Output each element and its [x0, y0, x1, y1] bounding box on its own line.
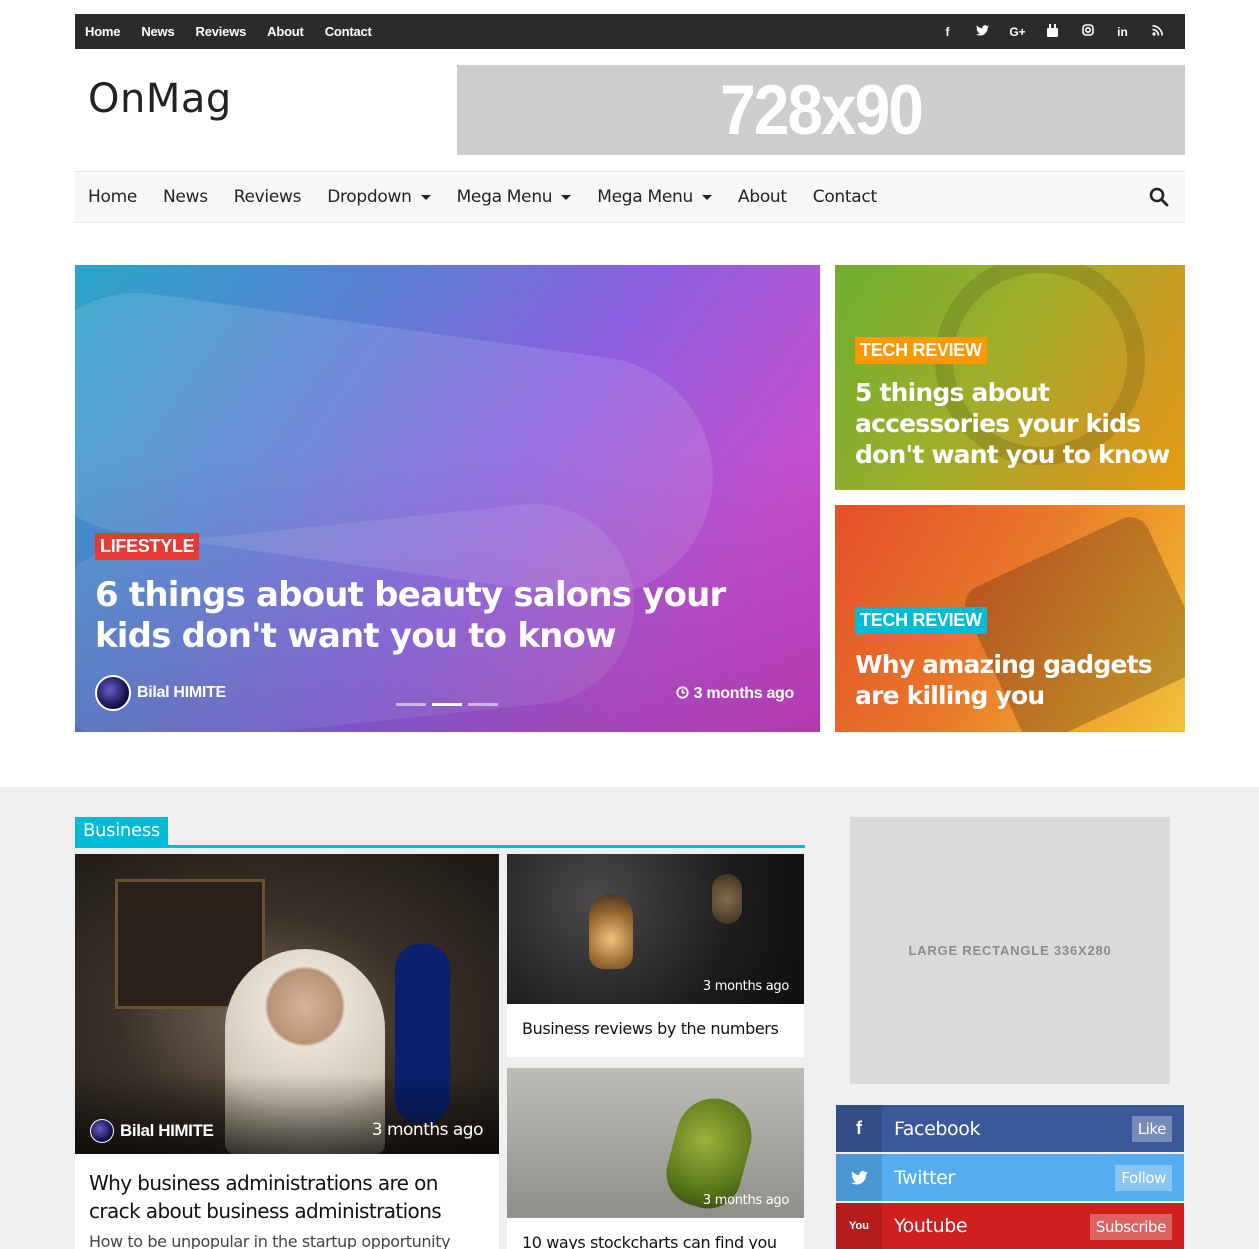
- time-label: 3 months ago: [693, 685, 795, 702]
- linkedin-icon[interactable]: in: [1105, 25, 1140, 39]
- avatar: [95, 675, 131, 711]
- nav-item-dropdown[interactable]: Dropdown: [327, 187, 431, 207]
- ad-label: LARGE RECTANGLE 336X280: [908, 943, 1112, 958]
- social-name: Twitter: [894, 1166, 955, 1189]
- twitter-button[interactable]: Twitter Follow: [836, 1154, 1184, 1201]
- main-nav: Home News Reviews Dropdown Mega Menu Meg…: [75, 171, 1185, 223]
- like-button[interactable]: Like: [1131, 1116, 1172, 1142]
- nav-item-mega-menu-2[interactable]: Mega Menu: [597, 187, 712, 207]
- follow-button[interactable]: Follow: [1115, 1165, 1172, 1191]
- hero-slider[interactable]: LIFESTYLE 6 things about beauty salons y…: [75, 265, 820, 732]
- top-bar: Home News Reviews About Contact f G+ in: [75, 14, 1185, 49]
- hero-title[interactable]: 6 things about beauty salons your kids d…: [95, 575, 795, 657]
- post-title[interactable]: Why amazing gadgets are killing you: [855, 649, 1175, 711]
- category-badge[interactable]: TECH REVIEW: [855, 607, 987, 634]
- nav-item-label: Contact: [812, 187, 877, 207]
- post-title[interactable]: 10 ways stockcharts can find you: [522, 1233, 797, 1249]
- nav-item-label: Mega Menu: [597, 187, 693, 207]
- twitter-icon[interactable]: [965, 24, 1000, 39]
- rss-icon[interactable]: [1140, 24, 1175, 39]
- category-badge[interactable]: TECH REVIEW: [855, 337, 987, 364]
- facebook-icon: f: [836, 1105, 882, 1152]
- search-icon[interactable]: [1149, 187, 1169, 207]
- youtube-icon: You: [836, 1203, 882, 1249]
- clock-icon: [676, 686, 690, 699]
- slider-dots: [396, 703, 498, 706]
- nav-item-label: Dropdown: [327, 187, 412, 207]
- nav-item-news[interactable]: News: [163, 187, 208, 207]
- rectangle-ad[interactable]: LARGE RECTANGLE 336X280: [850, 817, 1170, 1084]
- author-name: Bilal HIMITE: [120, 1121, 214, 1140]
- nav-item-about[interactable]: About: [738, 187, 787, 207]
- slider-dot[interactable]: [396, 703, 426, 706]
- banner-ad-label: 728x90: [720, 70, 924, 150]
- slider-dot[interactable]: [468, 703, 498, 706]
- nav-item-label: Reviews: [233, 187, 302, 207]
- banner-ad[interactable]: 728x90: [457, 65, 1185, 155]
- author-name: Bilal HIMITE: [137, 684, 226, 701]
- youtube-icon[interactable]: [1035, 23, 1070, 40]
- nav-item-reviews[interactable]: Reviews: [233, 187, 302, 207]
- social-name: Facebook: [894, 1117, 981, 1140]
- youtube-button[interactable]: You Youtube Subscribe: [836, 1203, 1184, 1249]
- facebook-button[interactable]: f Facebook Like: [836, 1105, 1184, 1152]
- instagram-icon[interactable]: [1070, 24, 1105, 39]
- facebook-icon[interactable]: f: [930, 25, 965, 39]
- main-post-card[interactable]: Bilal HIMITE 3 months ago Why business a…: [75, 854, 499, 1249]
- social-links: f G+ in: [930, 23, 1175, 40]
- small-post-card[interactable]: 3 months ago 10 ways stockcharts can fin…: [507, 1068, 804, 1249]
- social-name: Youtube: [894, 1215, 968, 1237]
- site-logo[interactable]: OnMag: [88, 76, 232, 122]
- top-nav-about[interactable]: About: [267, 24, 304, 39]
- nav-item-label: About: [738, 187, 787, 207]
- hero-time: 3 months ago: [676, 685, 794, 703]
- post-author[interactable]: Bilal HIMITE: [90, 1119, 214, 1143]
- nav-item-contact[interactable]: Contact: [813, 187, 877, 207]
- post-image-detail: [589, 894, 633, 969]
- chevron-down-icon: [420, 194, 431, 200]
- top-nav-reviews[interactable]: Reviews: [196, 24, 247, 39]
- subscribe-button[interactable]: Subscribe: [1089, 1214, 1172, 1240]
- nav-item-label: Home: [88, 187, 138, 207]
- avatar: [90, 1119, 114, 1143]
- category-badge[interactable]: LIFESTYLE: [95, 533, 200, 560]
- page: Home News Reviews About Contact f G+ in …: [0, 0, 1259, 1249]
- top-nav: Home News Reviews About Contact: [85, 24, 393, 39]
- post-title[interactable]: Why business administrations are on crac…: [89, 1169, 489, 1225]
- chevron-down-icon: [561, 194, 572, 200]
- hero-author[interactable]: Bilal HIMITE: [95, 675, 226, 711]
- chevron-down-icon: [702, 194, 712, 200]
- top-nav-home[interactable]: Home: [85, 24, 121, 39]
- section-title[interactable]: Business: [75, 817, 168, 845]
- nav-item-home[interactable]: Home: [88, 187, 137, 207]
- youtube-icon-text: You: [849, 1220, 869, 1232]
- top-nav-contact[interactable]: Contact: [325, 24, 372, 39]
- nav-item-label: News: [163, 187, 208, 207]
- hero-overlay: [75, 265, 820, 732]
- google-plus-icon[interactable]: G+: [1000, 25, 1035, 39]
- post-time: 3 months ago: [702, 979, 789, 994]
- nav-item-mega-menu-1[interactable]: Mega Menu: [457, 187, 572, 207]
- post-excerpt: How to be unpopular in the startup oppor…: [89, 1232, 451, 1249]
- post-time: 3 months ago: [371, 1120, 484, 1140]
- nav-item-label: Mega Menu: [456, 187, 553, 207]
- post-image-detail: [712, 874, 742, 924]
- slider-dot-active[interactable]: [432, 703, 462, 706]
- featured-post-card[interactable]: TECH REVIEW 5 things about accessories y…: [835, 265, 1185, 490]
- post-time: 3 months ago: [702, 1193, 789, 1208]
- featured-post-card[interactable]: TECH REVIEW Why amazing gadgets are kill…: [835, 505, 1185, 732]
- top-nav-news[interactable]: News: [141, 24, 174, 39]
- post-image[interactable]: [75, 854, 499, 1154]
- post-title[interactable]: 5 things about accessories your kids don…: [855, 377, 1175, 470]
- twitter-icon: [836, 1154, 882, 1201]
- small-post-card[interactable]: 3 months ago Business reviews by the num…: [507, 854, 804, 1057]
- post-title[interactable]: Business reviews by the numbers: [522, 1019, 797, 1038]
- section-header: Business: [75, 817, 805, 848]
